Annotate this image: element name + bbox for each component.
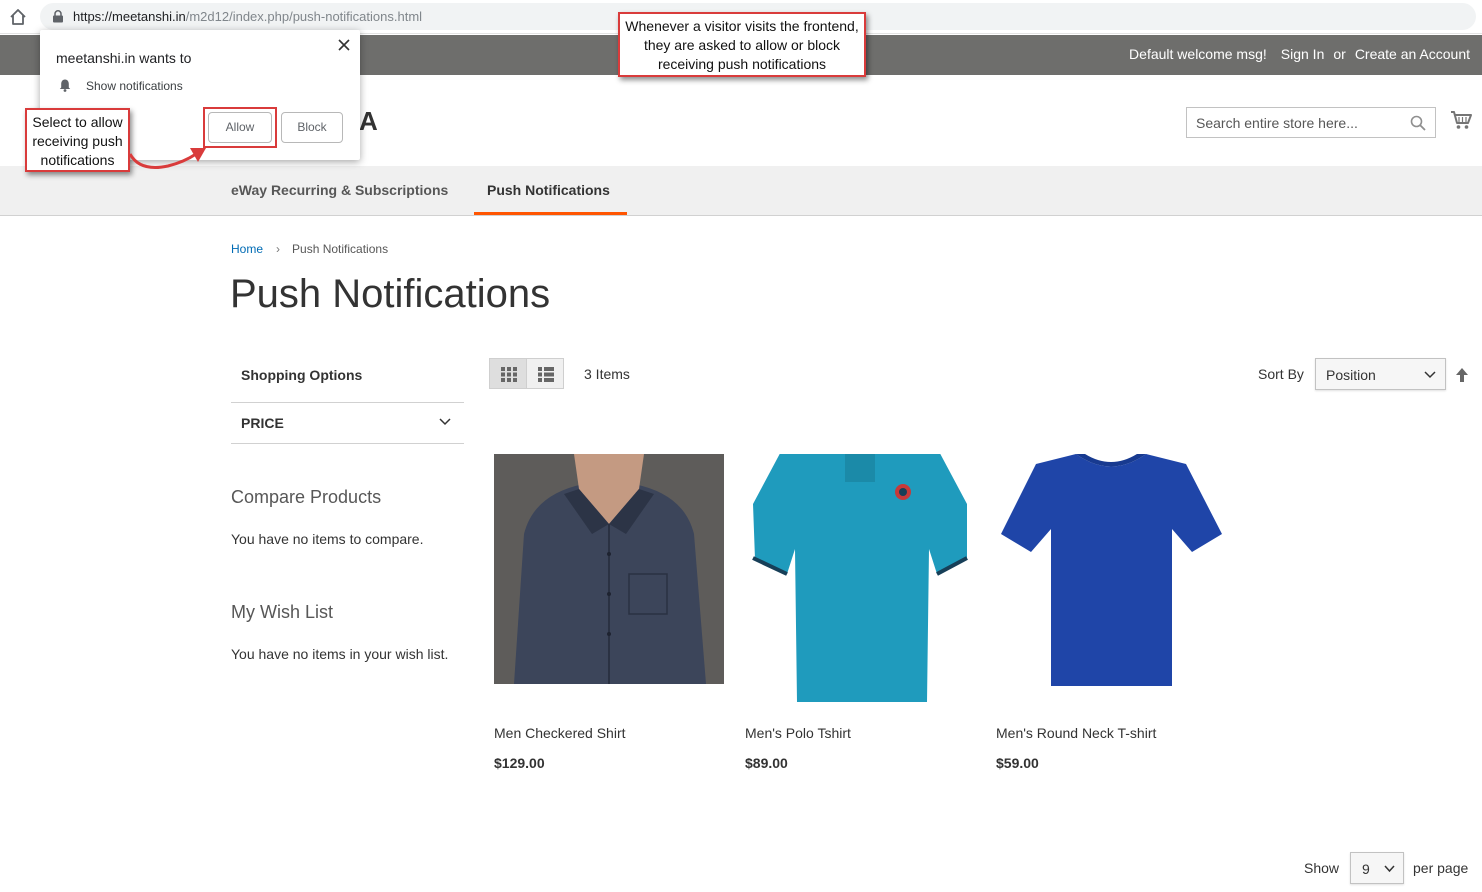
shopping-options-title: Shopping Options <box>241 367 363 383</box>
product-image-round-neck-tshirt[interactable] <box>996 454 1226 704</box>
breadcrumb-home[interactable]: Home <box>231 242 263 256</box>
view-mode-switcher <box>489 358 564 389</box>
per-page-label: per page <box>1413 860 1469 876</box>
sort-by-select[interactable]: Position <box>1315 358 1446 390</box>
allow-button-highlight <box>203 107 277 148</box>
limiter-value: 9 <box>1362 861 1370 877</box>
main-navigation: eWay Recurring & Subscriptions Push Noti… <box>0 166 1482 216</box>
sign-in-link[interactable]: Sign In <box>1281 46 1325 62</box>
nav-item-push-notifications[interactable]: Push Notifications <box>487 182 610 198</box>
price-filter-label: PRICE <box>241 415 284 431</box>
lock-icon <box>53 10 63 23</box>
show-label: Show <box>1304 860 1340 876</box>
block-button[interactable]: Block <box>281 112 343 143</box>
product-name[interactable]: Men Checkered Shirt <box>494 725 626 741</box>
product-image-checkered-shirt[interactable] <box>494 454 724 704</box>
product-price: $59.00 <box>996 755 1039 771</box>
nav-item-eway[interactable]: eWay Recurring & Subscriptions <box>231 182 448 198</box>
wishlist-empty: You have no items in your wish list. <box>231 646 449 662</box>
sort-by-label: Sort By <box>1258 366 1304 382</box>
annotation-arrow-icon <box>128 148 206 169</box>
permission-title: meetanshi.in wants to <box>56 50 192 66</box>
price-filter[interactable]: PRICE <box>231 402 464 444</box>
grid-view-button[interactable] <box>489 358 527 389</box>
search-icon[interactable] <box>1410 115 1426 131</box>
annotation-select-allow: Select to allow receiving push notificat… <box>25 108 130 172</box>
breadcrumb: Home › Push Notifications <box>231 242 388 256</box>
panel-links: Default welcome msg! Sign In or Create a… <box>1115 46 1470 62</box>
or-text: or <box>1333 46 1346 62</box>
url-text: https://meetanshi.in/m2d12/index.php/pus… <box>73 9 422 24</box>
product-image-polo-tshirt[interactable] <box>745 454 975 704</box>
sort-by-value: Position <box>1326 367 1376 383</box>
search-box <box>1186 107 1436 138</box>
grid-icon <box>501 367 517 382</box>
list-view-button[interactable] <box>526 358 564 389</box>
chevron-down-icon <box>439 418 451 426</box>
compare-products-title: Compare Products <box>231 487 382 507</box>
items-count: 3 Items <box>584 366 630 382</box>
url-host: https://meetanshi.in <box>73 9 186 24</box>
product-price: $89.00 <box>745 755 788 771</box>
search-input[interactable] <box>1187 108 1407 137</box>
product-price: $129.00 <box>494 755 545 771</box>
close-icon[interactable] <box>338 39 350 51</box>
wishlist-title: My Wish List <box>231 602 334 622</box>
breadcrumb-separator: › <box>276 242 281 256</box>
limiter-select[interactable]: 9 <box>1350 852 1404 884</box>
welcome-message: Default welcome msg! <box>1129 46 1267 62</box>
chevron-down-icon <box>1384 865 1395 873</box>
store-logo[interactable]: A <box>359 106 379 137</box>
compare-products-empty: You have no items to compare. <box>231 531 424 547</box>
bell-icon <box>59 79 71 92</box>
url-path: /m2d12/index.php/push-notifications.html <box>185 9 423 24</box>
create-account-link[interactable]: Create an Account <box>1355 46 1470 62</box>
product-name[interactable]: Men's Round Neck T-shirt <box>996 725 1156 741</box>
page-title: Push Notifications <box>230 272 551 316</box>
permission-description: Show notifications <box>86 79 183 93</box>
sort-direction-arrow-icon[interactable] <box>1455 367 1469 383</box>
annotation-visitor-prompt: Whenever a visitor visits the frontend, … <box>618 12 866 77</box>
product-name[interactable]: Men's Polo Tshirt <box>745 725 851 741</box>
cart-icon[interactable] <box>1450 110 1472 130</box>
nav-active-indicator <box>474 212 627 215</box>
home-icon[interactable] <box>8 7 28 27</box>
chevron-down-icon <box>1424 371 1436 379</box>
breadcrumb-current: Push Notifications <box>292 242 389 256</box>
list-icon <box>538 367 554 382</box>
